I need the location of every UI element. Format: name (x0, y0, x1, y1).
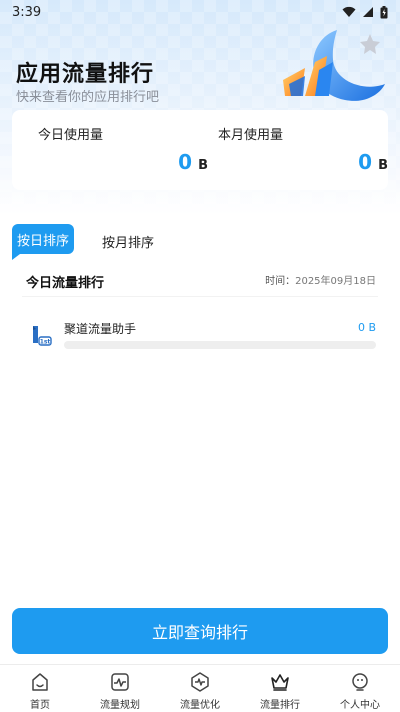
usage-progress-bar (64, 341, 376, 349)
status-bar: 3:39 (0, 0, 400, 24)
rank-badge-text: 1st (40, 339, 51, 346)
usage-card: 今日使用量 0 B 本月使用量 0 B (12, 110, 388, 190)
nav-label-profile: 个人中心 (340, 700, 380, 711)
ranking-time: 时间：2025年09月18日 (265, 272, 376, 287)
nav-item-profile[interactable]: 个人中心 (320, 665, 400, 712)
user-icon (352, 673, 368, 691)
ranking-panel: 今日流量排行 时间：2025年09月18日 1st 聚道流量助手 0 B (12, 262, 388, 602)
tab-daily-sort[interactable]: 按日排序 (12, 224, 74, 260)
today-usage-unit: B (198, 158, 208, 173)
nav-label-ranking: 流量排行 (260, 700, 300, 711)
month-usage: 本月使用量 0 B (218, 124, 388, 174)
chart-pulse-icon (111, 673, 129, 691)
ranking-time-label: 时间： (265, 276, 296, 287)
home-icon (32, 673, 48, 691)
nav-item-ranking[interactable]: 流量排行 (240, 665, 320, 712)
divider (22, 296, 378, 297)
query-ranking-button[interactable]: 立即查询排行 (12, 608, 388, 654)
status-time: 3:39 (12, 4, 42, 20)
nav-label-optimize: 流量优化 (180, 700, 220, 711)
nav-label-home: 首页 (30, 700, 50, 711)
bottom-nav: 首页 流量规划 流量优化 流量排行 个人中心 (0, 664, 400, 712)
today-usage-value: 0 (178, 150, 193, 174)
ranking-date: 2025年09月18日 (295, 276, 376, 287)
crown-icon (271, 674, 289, 691)
battery-icon (380, 5, 388, 18)
month-usage-label: 本月使用量 (218, 128, 284, 143)
signal-icon (363, 7, 373, 17)
app-name: 聚道流量助手 (64, 322, 137, 336)
moon-rocket-illustration (283, 30, 385, 101)
page-title: 应用流量排行 (16, 62, 155, 87)
ranking-title: 今日流量排行 (26, 276, 105, 291)
nav-label-plan: 流量规划 (100, 700, 140, 711)
app-usage-value: 0 B (357, 321, 376, 334)
month-usage-value: 0 (358, 150, 373, 174)
wifi-icon (342, 6, 356, 17)
page-subtitle: 快来查看你的应用排行吧 (16, 90, 160, 102)
tab-monthly-sort[interactable]: 按月排序 (102, 232, 154, 251)
month-usage-unit: B (378, 158, 388, 173)
shield-pulse-icon (191, 672, 209, 692)
first-rank-badge-icon: 1st (33, 326, 52, 346)
today-usage-label: 今日使用量 (38, 128, 104, 143)
nav-item-home[interactable]: 首页 (0, 665, 80, 712)
today-usage: 今日使用量 0 B (38, 124, 208, 174)
nav-item-plan[interactable]: 流量规划 (80, 665, 160, 712)
list-item[interactable]: 1st 聚道流量助手 0 B (30, 318, 376, 354)
nav-item-optimize[interactable]: 流量优化 (160, 665, 240, 712)
